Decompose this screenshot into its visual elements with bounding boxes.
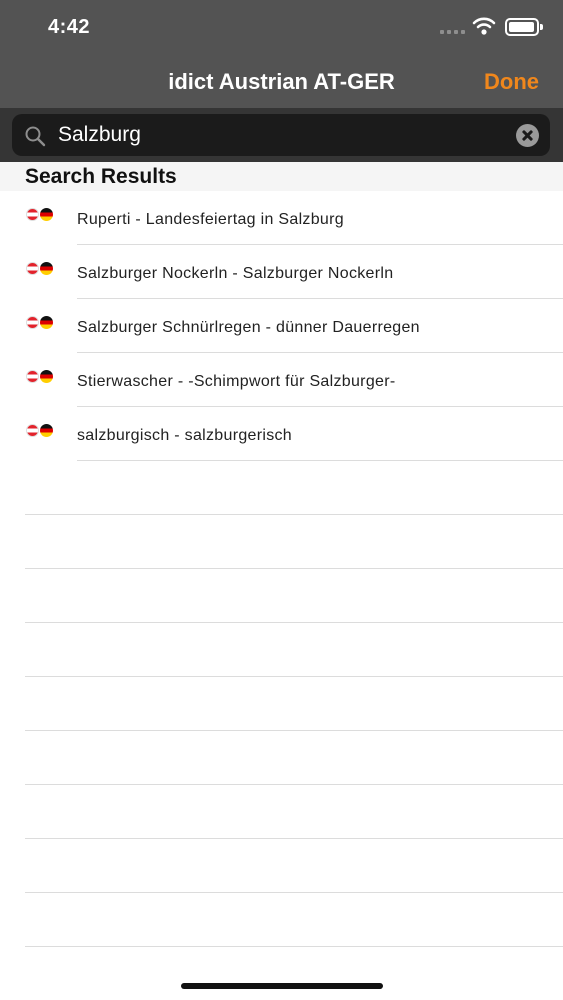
list-item-label: Ruperti - Landesfeiertag in Salzburg (77, 211, 344, 228)
done-button[interactable]: Done (484, 69, 539, 95)
austria-flag-icon (26, 370, 39, 383)
list-item[interactable]: Salzburger Nockerln - Salzburger Nockerl… (0, 245, 563, 299)
list-item-label: Salzburger Nockerln - Salzburger Nockerl… (77, 265, 394, 282)
list-item[interactable]: salzburgisch - salzburgerisch (0, 407, 563, 461)
search-input[interactable] (58, 118, 498, 152)
cellular-signal-icon (440, 30, 465, 34)
empty-row (0, 569, 563, 623)
empty-row (0, 515, 563, 569)
germany-flag-icon (40, 208, 53, 221)
austria-flag-icon (26, 424, 39, 437)
list-item[interactable]: Salzburger Schnürlregen - dünner Dauerre… (0, 299, 563, 353)
empty-row (0, 839, 563, 893)
empty-row (0, 461, 563, 515)
empty-row (0, 731, 563, 785)
page-title: idict Austrian AT-GER (168, 69, 395, 94)
empty-row (0, 785, 563, 839)
list-item-label: Stierwascher - -Schimpwort für Salzburge… (77, 373, 396, 390)
empty-row (0, 677, 563, 731)
search-icon (25, 126, 46, 147)
status-bar: 4:42 (0, 0, 563, 58)
empty-row (0, 623, 563, 677)
results-list: Ruperti - Landesfeiertag in Salzburg Sal… (0, 191, 563, 947)
section-title: Search Results (25, 165, 177, 188)
list-item-label: salzburgisch - salzburgerisch (77, 427, 293, 444)
navigation-bar: idict Austrian AT-GER Done (0, 58, 563, 108)
list-item-label: Salzburger Schnürlregen - dünner Dauerre… (77, 319, 420, 336)
search-field[interactable] (12, 114, 550, 156)
germany-flag-icon (40, 316, 53, 329)
search-bar (0, 108, 563, 162)
austria-flag-icon (26, 316, 39, 329)
austria-flag-icon (26, 208, 39, 221)
list-item[interactable]: Stierwascher - -Schimpwort für Salzburge… (0, 353, 563, 407)
austria-flag-icon (26, 262, 39, 275)
germany-flag-icon (40, 370, 53, 383)
home-indicator[interactable] (181, 983, 383, 989)
list-item[interactable]: Ruperti - Landesfeiertag in Salzburg (0, 191, 563, 245)
section-header: Search Results (0, 162, 563, 191)
flags (26, 316, 53, 329)
divider (25, 946, 563, 947)
empty-row (0, 893, 563, 947)
battery-icon (505, 18, 543, 36)
germany-flag-icon (40, 424, 53, 437)
wifi-icon (472, 17, 496, 35)
clear-icon[interactable] (516, 124, 539, 147)
flags (26, 262, 53, 275)
germany-flag-icon (40, 262, 53, 275)
flags (26, 208, 53, 221)
flags (26, 424, 53, 437)
flags (26, 370, 53, 383)
status-time: 4:42 (48, 16, 91, 38)
